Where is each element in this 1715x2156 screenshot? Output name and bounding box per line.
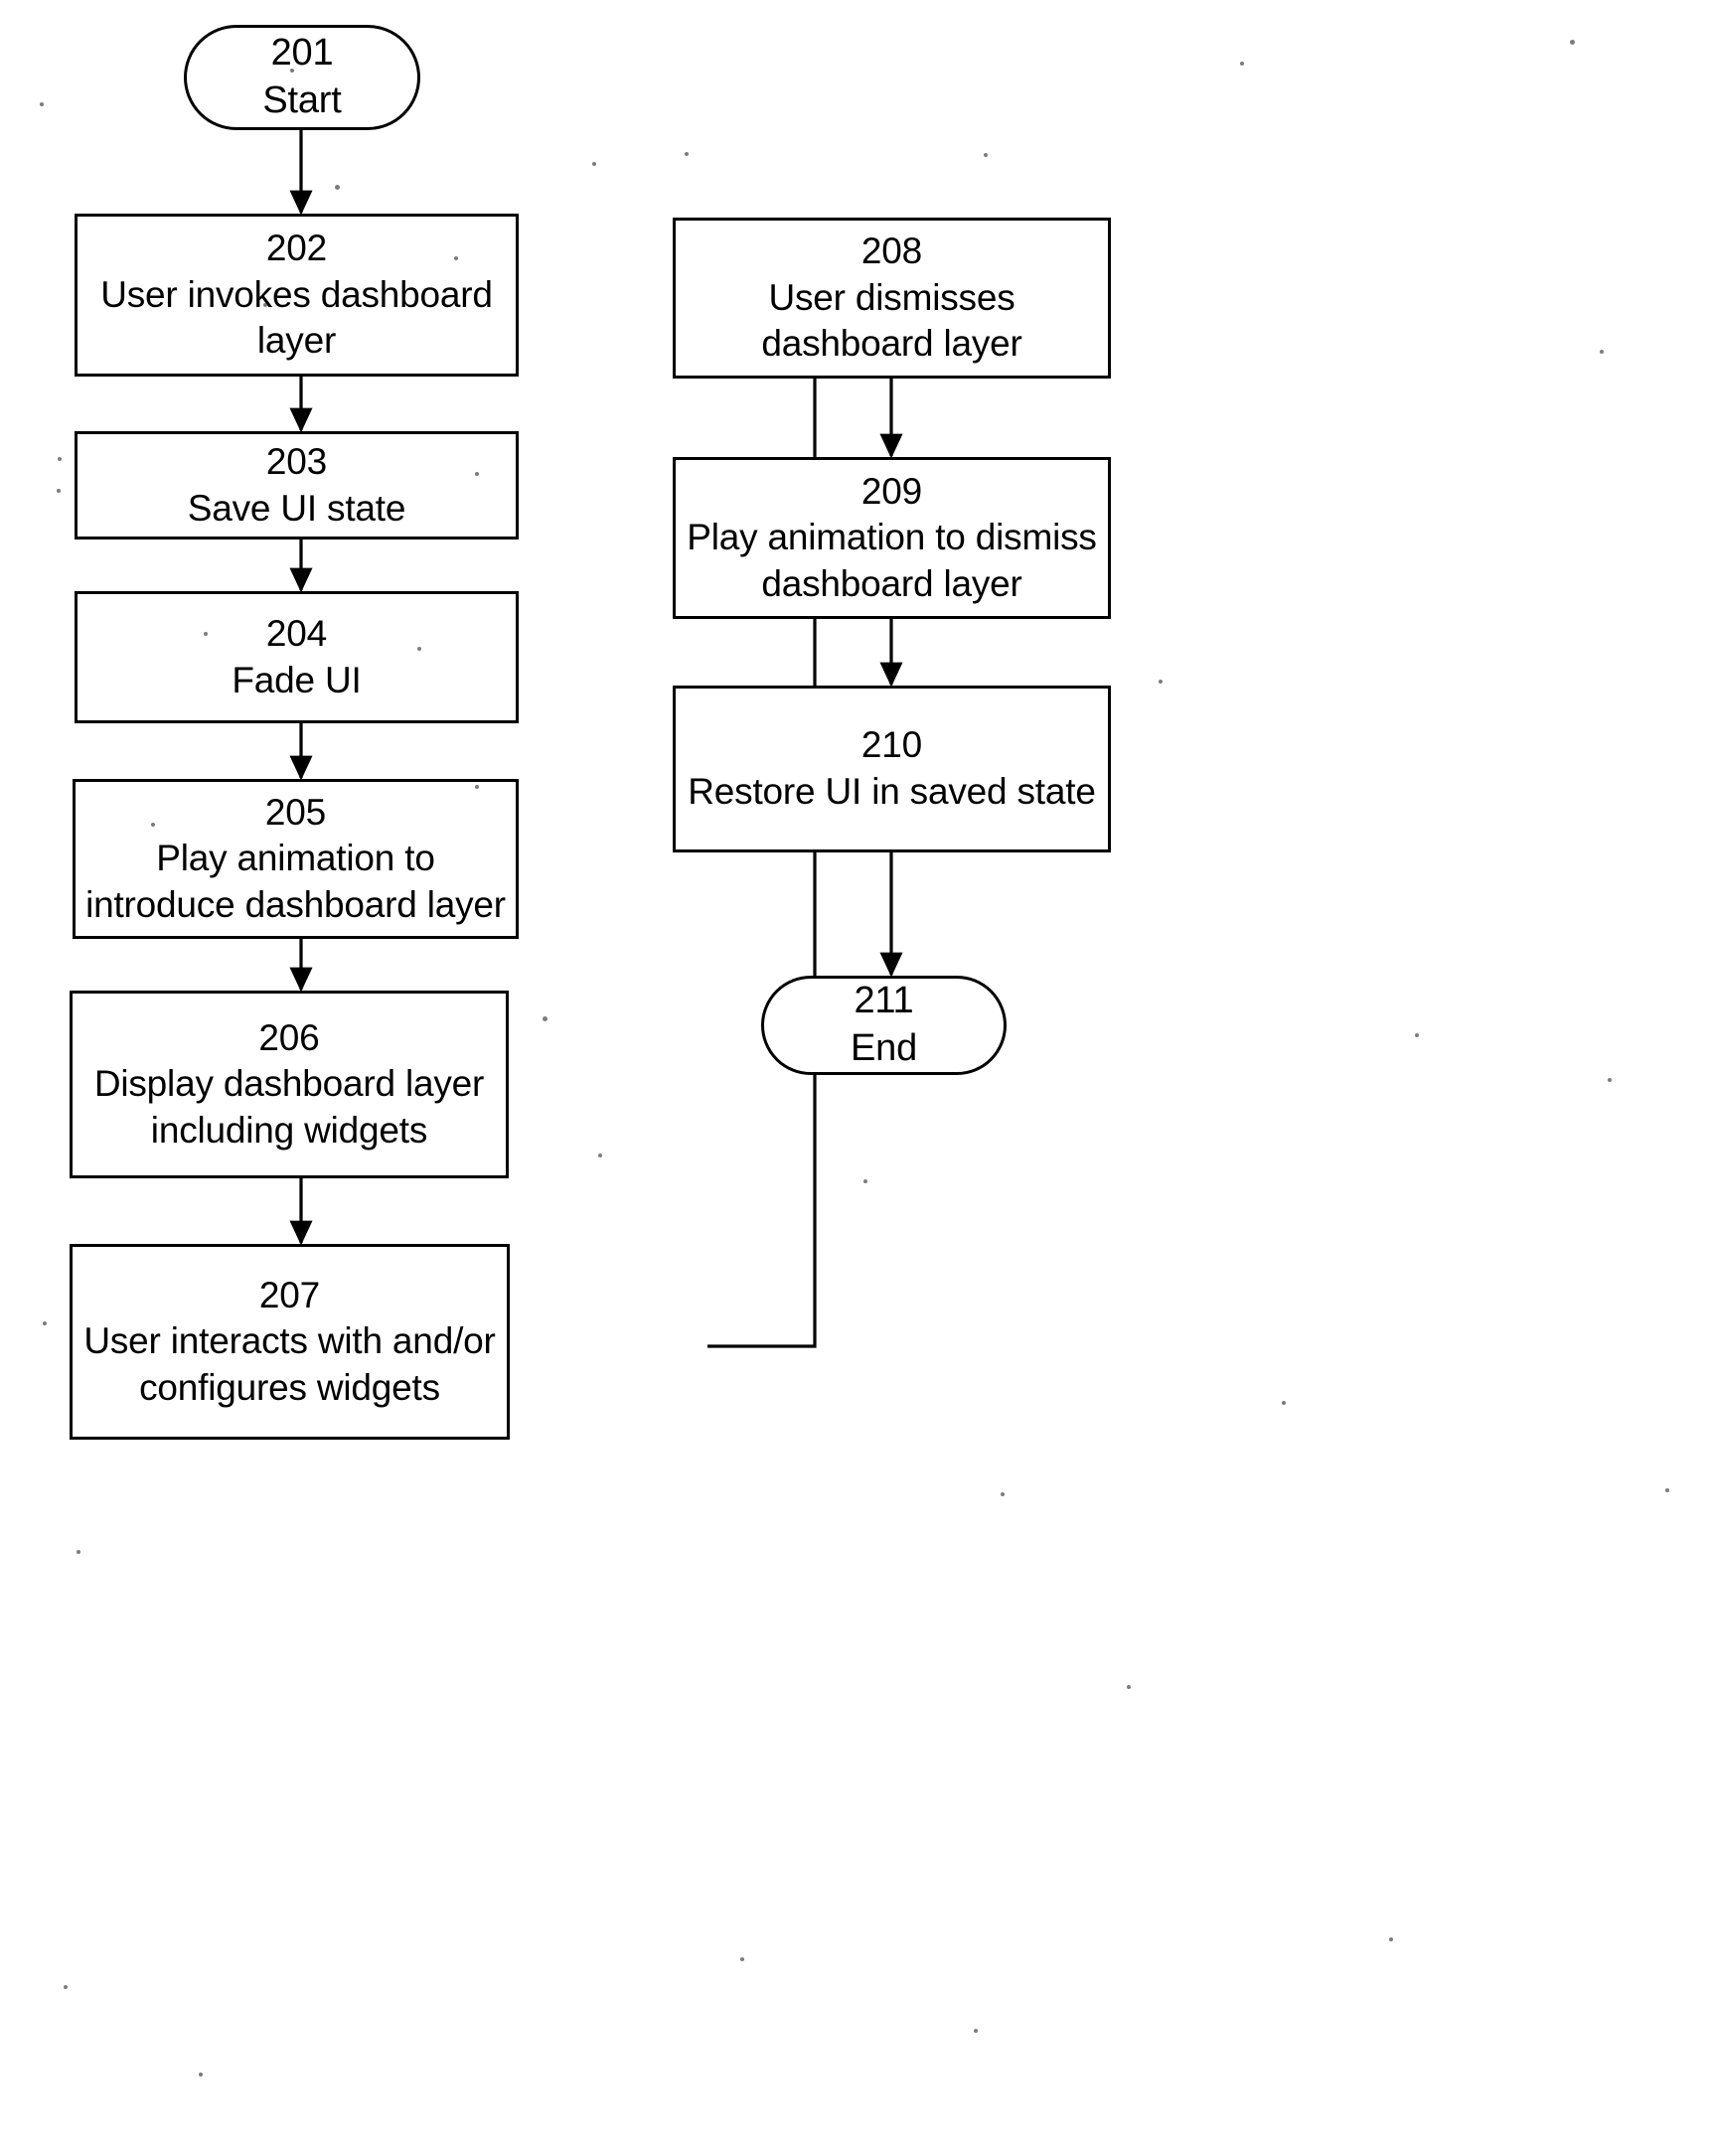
node-205-ref: 205 xyxy=(264,791,327,833)
node-211-end[interactable]: 211 End xyxy=(761,976,1007,1075)
node-207[interactable]: 207 User interacts with and/or configure… xyxy=(70,1244,510,1440)
scan-speck xyxy=(40,102,44,106)
scan-speck xyxy=(1159,680,1163,684)
node-205[interactable]: 205 Play animation to introduce dashboar… xyxy=(73,779,519,939)
node-204[interactable]: 204 Fade UI xyxy=(75,591,519,723)
scan-speck xyxy=(740,1957,744,1961)
node-210[interactable]: 210 Restore UI in saved state xyxy=(673,686,1111,852)
node-210-ref: 210 xyxy=(860,724,923,766)
scan-speck xyxy=(1240,62,1244,66)
scan-speck xyxy=(58,457,62,461)
scan-speck xyxy=(475,472,479,476)
scan-speck xyxy=(417,647,421,651)
node-208[interactable]: 208 User dismisses dashboard layer xyxy=(673,218,1111,379)
node-204-label: Fade UI xyxy=(232,659,362,700)
node-205-label: Play animation to introduce dashboard la… xyxy=(85,838,506,925)
node-209-ref: 209 xyxy=(860,470,923,512)
scan-speck xyxy=(984,153,988,157)
scan-speck xyxy=(1389,1937,1393,1941)
node-201-label: Start xyxy=(262,79,342,121)
scan-speck xyxy=(543,1016,547,1021)
node-202-label: User invokes dashboard layer xyxy=(100,273,493,362)
node-206-label: Display dashboard layer including widget… xyxy=(93,1063,485,1151)
scan-speck xyxy=(263,303,267,307)
scan-speck xyxy=(863,1179,867,1183)
node-209[interactable]: 209 Play animation to dismiss dashboard … xyxy=(673,457,1111,619)
node-206-ref: 206 xyxy=(258,1016,320,1058)
scan-speck xyxy=(1415,1033,1419,1037)
scan-speck xyxy=(151,823,155,827)
scan-speck xyxy=(592,162,596,166)
scan-speck xyxy=(204,632,208,636)
scan-speck xyxy=(199,2073,203,2077)
scan-speck xyxy=(1600,350,1604,354)
node-211-label: End xyxy=(850,1027,917,1069)
node-211-ref: 211 xyxy=(854,980,914,1022)
scan-speck xyxy=(974,2029,978,2033)
scan-speck xyxy=(1665,1488,1669,1492)
scan-speck xyxy=(1127,1685,1131,1689)
node-202-ref: 202 xyxy=(265,228,328,269)
scan-speck xyxy=(290,69,294,73)
node-203[interactable]: 203 Save UI state xyxy=(75,431,519,539)
node-206[interactable]: 206 Display dashboard layer including wi… xyxy=(70,991,509,1178)
flowchart-canvas: 201 Start 202 User invokes dashboard lay… xyxy=(0,0,1715,2156)
scan-speck xyxy=(64,1985,68,1989)
scan-speck xyxy=(43,1321,47,1325)
node-208-ref: 208 xyxy=(860,231,923,272)
scan-speck xyxy=(685,152,689,156)
node-209-label: Play animation to dismiss dashboard laye… xyxy=(687,517,1097,604)
node-207-ref: 207 xyxy=(258,1274,321,1315)
scan-speck xyxy=(598,1154,602,1157)
node-201-start[interactable]: 201 Start xyxy=(184,25,420,130)
scan-speck xyxy=(1608,1078,1612,1082)
node-207-label: User interacts with and/or configures wi… xyxy=(83,1320,496,1408)
scan-speck xyxy=(57,489,61,493)
node-210-label: Restore UI in saved state xyxy=(688,771,1096,812)
node-201-ref: 201 xyxy=(270,32,334,75)
scan-speck xyxy=(77,1550,80,1554)
node-203-ref: 203 xyxy=(265,440,328,482)
scan-speck xyxy=(1282,1401,1286,1405)
node-203-label: Save UI state xyxy=(187,487,406,529)
scan-speck xyxy=(1570,40,1575,45)
scan-speck xyxy=(454,256,458,260)
scan-speck xyxy=(335,185,340,190)
scan-speck xyxy=(475,785,479,789)
scan-speck xyxy=(1001,1492,1005,1496)
node-202[interactable]: 202 User invokes dashboard layer xyxy=(75,214,519,377)
node-204-ref: 204 xyxy=(265,612,328,654)
node-208-label: User dismisses dashboard layer xyxy=(761,276,1022,365)
